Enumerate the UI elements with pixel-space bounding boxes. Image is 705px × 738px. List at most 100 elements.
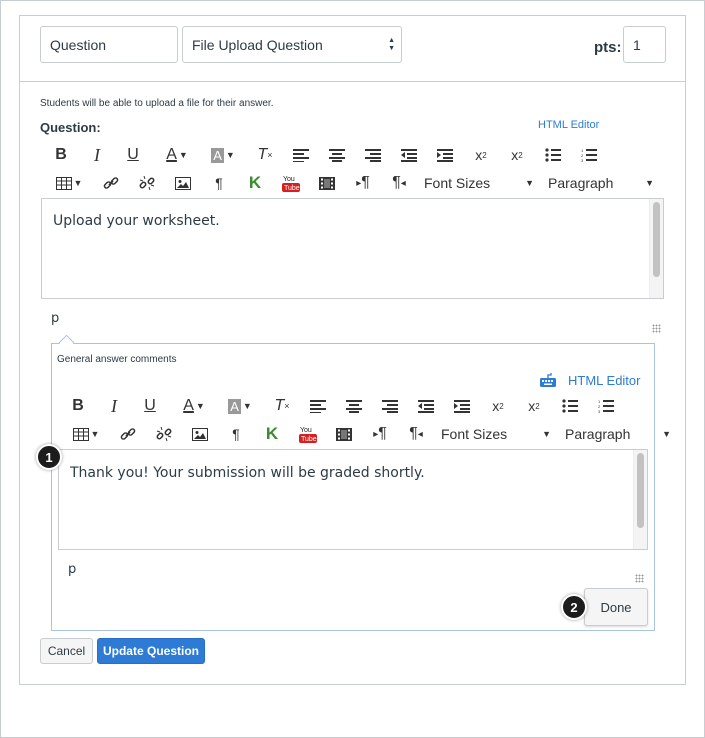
points-label: pts: bbox=[594, 39, 622, 56]
ltr-icon[interactable]: ▸ ¶ bbox=[352, 172, 374, 194]
underline-icon[interactable]: U bbox=[139, 395, 161, 417]
select-updown-icon: ▲ ▼ bbox=[388, 36, 395, 52]
callout-badge-2: 2 bbox=[561, 594, 587, 620]
question-name-value: Question bbox=[50, 36, 107, 53]
paragraph-label: Paragraph bbox=[565, 426, 631, 442]
chevron-down-icon: ▼ bbox=[662, 429, 671, 439]
image-icon[interactable] bbox=[172, 172, 194, 194]
update-question-label: Update Question bbox=[102, 644, 199, 658]
italic-icon[interactable]: I bbox=[86, 144, 108, 166]
pilcrow-icon[interactable]: ¶ bbox=[225, 423, 247, 445]
question-editor-scrollbar[interactable] bbox=[649, 199, 663, 298]
media-icon[interactable] bbox=[316, 172, 338, 194]
resize-handle-icon[interactable] bbox=[652, 324, 661, 333]
scroll-thumb[interactable] bbox=[653, 202, 660, 277]
question-editor-text: Upload your worksheet. bbox=[53, 213, 220, 229]
align-center-icon[interactable] bbox=[343, 395, 365, 417]
comments-editor-area[interactable]: Thank you! Your submission will be grade… bbox=[58, 449, 648, 550]
chevron-down-icon: ▼ bbox=[645, 178, 654, 188]
link-icon[interactable] bbox=[100, 172, 122, 194]
svg-text:You: You bbox=[300, 427, 312, 434]
superscript-icon[interactable]: x2 bbox=[470, 144, 492, 166]
kaltura-icon[interactable]: K bbox=[244, 172, 266, 194]
indent-icon[interactable] bbox=[434, 144, 456, 166]
question-editor-area[interactable]: Upload your worksheet. bbox=[41, 198, 664, 299]
underline-icon[interactable]: U bbox=[122, 144, 144, 166]
question-intro-text: Students will be able to upload a file f… bbox=[40, 98, 274, 109]
clear-formatting-icon[interactable]: T × bbox=[254, 144, 276, 166]
chevron-down-icon: ▼ bbox=[525, 178, 534, 188]
paragraph-dropdown[interactable]: Paragraph ▼ bbox=[565, 423, 671, 445]
background-color-icon[interactable]: A ▼ bbox=[204, 144, 242, 166]
align-left-icon[interactable] bbox=[307, 395, 329, 417]
callout-badge-1: 1 bbox=[36, 444, 62, 470]
youtube-icon[interactable]: You Tube bbox=[280, 172, 302, 194]
callout-number: 1 bbox=[45, 449, 53, 465]
svg-text:Tube: Tube bbox=[284, 185, 300, 192]
bullet-list-icon[interactable] bbox=[542, 144, 564, 166]
question-header: Question File Upload Question ▲ ▼ pts: 1 bbox=[20, 16, 685, 82]
done-button[interactable]: Done bbox=[584, 588, 648, 626]
unlink-icon[interactable] bbox=[136, 172, 158, 194]
subscript-icon[interactable]: x2 bbox=[523, 395, 545, 417]
outdent-icon[interactable] bbox=[415, 395, 437, 417]
font-sizes-label: Font Sizes bbox=[441, 426, 508, 442]
table-icon[interactable]: ▼ bbox=[69, 423, 103, 445]
text-color-icon[interactable]: A ▼ bbox=[175, 395, 213, 417]
outdent-icon[interactable] bbox=[398, 144, 420, 166]
text-color-icon[interactable]: A ▼ bbox=[158, 144, 196, 166]
ltr-icon[interactable]: ▸ ¶ bbox=[369, 423, 391, 445]
question-name-input[interactable]: Question bbox=[40, 26, 178, 63]
keyboard-icon bbox=[540, 373, 556, 387]
align-right-icon[interactable] bbox=[362, 144, 384, 166]
rtl-icon[interactable]: ¶ ◂ bbox=[388, 172, 410, 194]
resize-handle-icon[interactable] bbox=[635, 574, 644, 583]
bold-icon[interactable]: B bbox=[67, 395, 89, 417]
align-left-icon[interactable] bbox=[290, 144, 312, 166]
question-type-value: File Upload Question bbox=[192, 36, 323, 53]
subscript-icon[interactable]: x2 bbox=[506, 144, 528, 166]
font-sizes-dropdown[interactable]: Font Sizes ▼ bbox=[424, 172, 534, 194]
font-sizes-label: Font Sizes bbox=[424, 175, 491, 191]
rtl-icon[interactable]: ¶ ◂ bbox=[405, 423, 427, 445]
svg-text:You: You bbox=[283, 176, 295, 183]
chevron-down-icon: ▼ bbox=[542, 429, 551, 439]
callout-number: 2 bbox=[570, 599, 578, 615]
comments-editor-text: Thank you! Your submission will be grade… bbox=[70, 465, 425, 481]
paragraph-dropdown[interactable]: Paragraph ▼ bbox=[548, 172, 654, 194]
youtube-icon[interactable]: You Tube bbox=[297, 423, 319, 445]
screenshot-frame: Question File Upload Question ▲ ▼ pts: 1 … bbox=[0, 0, 705, 738]
image-icon[interactable] bbox=[189, 423, 211, 445]
points-input[interactable]: 1 bbox=[623, 26, 666, 63]
html-editor-link[interactable]: HTML Editor bbox=[538, 119, 599, 131]
comments-editor-scrollbar[interactable] bbox=[633, 450, 647, 549]
paragraph-label: Paragraph bbox=[548, 175, 614, 191]
media-icon[interactable] bbox=[333, 423, 355, 445]
bullet-list-icon[interactable] bbox=[559, 395, 581, 417]
question-panel: Question File Upload Question ▲ ▼ pts: 1 … bbox=[19, 15, 686, 685]
update-question-button[interactable]: Update Question bbox=[97, 638, 205, 664]
align-right-icon[interactable] bbox=[379, 395, 401, 417]
numbered-list-icon[interactable]: 123 bbox=[595, 395, 617, 417]
question-type-select[interactable]: File Upload Question ▲ ▼ bbox=[182, 26, 402, 63]
pilcrow-icon[interactable]: ¶ bbox=[208, 172, 230, 194]
indent-icon[interactable] bbox=[451, 395, 473, 417]
bold-icon[interactable]: B bbox=[50, 144, 72, 166]
comments-html-editor-link[interactable]: HTML Editor bbox=[568, 373, 640, 388]
numbered-list-icon[interactable]: 123 bbox=[578, 144, 600, 166]
kaltura-icon[interactable]: K bbox=[261, 423, 283, 445]
font-sizes-dropdown[interactable]: Font Sizes ▼ bbox=[441, 423, 551, 445]
superscript-icon[interactable]: x2 bbox=[487, 395, 509, 417]
unlink-icon[interactable] bbox=[153, 423, 175, 445]
background-color-icon[interactable]: A ▼ bbox=[221, 395, 259, 417]
cancel-button[interactable]: Cancel bbox=[40, 638, 93, 664]
question-label: Question: bbox=[40, 120, 101, 135]
svg-text:3: 3 bbox=[581, 158, 584, 162]
scroll-thumb[interactable] bbox=[637, 453, 644, 528]
link-icon[interactable] bbox=[117, 423, 139, 445]
align-center-icon[interactable] bbox=[326, 144, 348, 166]
cancel-label: Cancel bbox=[47, 644, 86, 658]
clear-formatting-icon[interactable]: T × bbox=[271, 395, 293, 417]
table-icon[interactable]: ▼ bbox=[52, 172, 86, 194]
italic-icon[interactable]: I bbox=[103, 395, 125, 417]
